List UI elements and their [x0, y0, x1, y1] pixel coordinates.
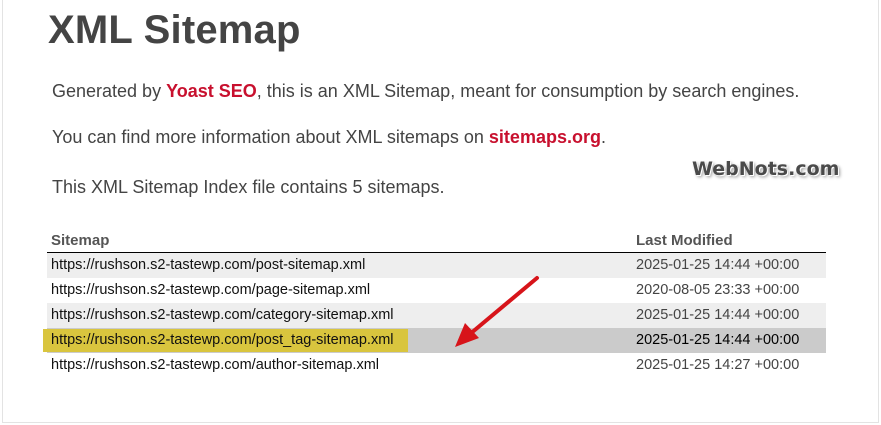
info-paragraph: You can find more information about XML …: [52, 127, 606, 148]
sitemap-link[interactable]: https://rushson.s2-tastewp.com/page-site…: [51, 282, 370, 298]
sitemap-link[interactable]: https://rushson.s2-tastewp.com/post_tag-…: [51, 332, 394, 348]
yoast-seo-link[interactable]: Yoast SEO: [166, 81, 257, 101]
last-modified-cell: 2025-01-25 14:44 +00:00: [632, 303, 826, 328]
sitemap-link[interactable]: https://rushson.s2-tastewp.com/author-si…: [51, 357, 379, 373]
highlight-marker: https://rushson.s2-tastewp.com/post_tag-…: [43, 329, 408, 352]
table-row-highlighted: https://rushson.s2-tastewp.com/post_tag-…: [43, 328, 826, 353]
sitemap-url-cell: https://rushson.s2-tastewp.com/post_tag-…: [43, 328, 632, 353]
sitemap-table: Sitemap Last Modified https://rushson.s2…: [43, 228, 826, 378]
sitemap-link[interactable]: https://rushson.s2-tastewp.com/post-site…: [51, 257, 365, 273]
table-row: https://rushson.s2-tastewp.com/post-site…: [47, 252, 826, 278]
intro-prefix: Generated by: [52, 81, 167, 101]
last-modified-cell: 2020-08-05 23:33 +00:00: [632, 278, 826, 303]
sitemap-url-cell: https://rushson.s2-tastewp.com/author-si…: [47, 353, 632, 378]
table-row: https://rushson.s2-tastewp.com/category-…: [47, 303, 826, 328]
sitemap-url-cell: https://rushson.s2-tastewp.com/post-site…: [47, 252, 632, 278]
intro-suffix: , this is an XML Sitemap, meant for cons…: [256, 81, 800, 101]
page-title: XML Sitemap: [48, 8, 301, 52]
table-row: https://rushson.s2-tastewp.com/author-si…: [47, 353, 826, 378]
last-modified-cell: 2025-01-25 14:44 +00:00: [632, 328, 826, 353]
sitemap-link[interactable]: https://rushson.s2-tastewp.com/category-…: [51, 307, 394, 323]
sitemaps-org-link[interactable]: sitemaps.org: [489, 127, 601, 147]
last-modified-cell: 2025-01-25 14:44 +00:00: [632, 252, 826, 278]
info-prefix: You can find more information about XML …: [52, 127, 489, 147]
table-row: https://rushson.s2-tastewp.com/page-site…: [47, 278, 826, 303]
last-modified-cell: 2025-01-25 14:27 +00:00: [632, 353, 826, 378]
intro-paragraph: Generated by Yoast SEO, this is an XML S…: [52, 81, 799, 102]
sitemap-column-header: Sitemap: [47, 228, 632, 253]
sitemap-url-cell: https://rushson.s2-tastewp.com/category-…: [47, 303, 632, 328]
webnots-watermark: WebNots.com: [692, 158, 840, 180]
last-modified-column-header: Last Modified: [632, 228, 826, 253]
table-header-row: Sitemap Last Modified: [47, 228, 826, 253]
sitemap-count-text: This XML Sitemap Index file contains 5 s…: [52, 177, 445, 197]
sitemap-url-cell: https://rushson.s2-tastewp.com/page-site…: [47, 278, 632, 303]
info-suffix: .: [600, 127, 606, 147]
